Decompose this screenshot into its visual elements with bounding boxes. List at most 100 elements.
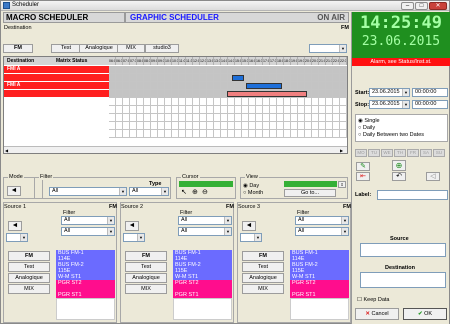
grid-cell[interactable]: [333, 114, 340, 122]
weekday-mo[interactable]: MO: [355, 149, 367, 157]
grid-cell[interactable]: [179, 122, 186, 130]
grid-cell[interactable]: [228, 82, 235, 90]
grid-cell[interactable]: [263, 74, 270, 82]
grid-cell[interactable]: [172, 98, 179, 106]
grid-cell[interactable]: [151, 130, 158, 138]
grid-cell[interactable]: [137, 66, 144, 74]
grid-cell[interactable]: [319, 106, 326, 114]
grid-cell[interactable]: [130, 66, 137, 74]
grid-cell[interactable]: [340, 90, 347, 98]
grid-cell[interactable]: [193, 82, 200, 90]
grid-cell[interactable]: [172, 66, 179, 74]
schedule-grid[interactable]: Destination Matrix Status FMI A FMI A 06:…: [3, 56, 348, 154]
grid-cell[interactable]: [249, 74, 256, 82]
grid-cell[interactable]: [144, 114, 151, 122]
grid-cell[interactable]: [123, 122, 130, 130]
grid-cell[interactable]: [340, 82, 347, 90]
grid-cell[interactable]: [326, 122, 333, 130]
grid-cell[interactable]: [242, 106, 249, 114]
grid-cell[interactable]: [130, 122, 137, 130]
grid-cell[interactable]: [130, 106, 137, 114]
source-button-mix[interactable]: MIX: [125, 284, 167, 294]
grid-cell[interactable]: [221, 130, 228, 138]
grid-cell[interactable]: [291, 130, 298, 138]
grid-cell[interactable]: [326, 106, 333, 114]
source-button-test[interactable]: Test: [8, 262, 50, 272]
grid-cell[interactable]: [123, 98, 130, 106]
grid-cell[interactable]: [179, 74, 186, 82]
grid-cell[interactable]: [109, 114, 116, 122]
grid-cell[interactable]: [319, 66, 326, 74]
grid-cell[interactable]: [109, 130, 116, 138]
grid-cell[interactable]: [172, 122, 179, 130]
grid-cell[interactable]: [109, 74, 116, 82]
grid-cell[interactable]: [179, 130, 186, 138]
source-back-button[interactable]: ◄: [8, 221, 22, 231]
grid-cell[interactable]: [277, 130, 284, 138]
grid-cell[interactable]: [158, 66, 165, 74]
grid-cell[interactable]: [165, 114, 172, 122]
grid-cell[interactable]: [312, 114, 319, 122]
grid-cell[interactable]: [207, 114, 214, 122]
grid-cell[interactable]: [333, 98, 340, 106]
grid-cell[interactable]: [298, 98, 305, 106]
grid-cell[interactable]: [305, 98, 312, 106]
grid-cell[interactable]: [207, 122, 214, 130]
grid-cell[interactable]: [179, 114, 186, 122]
grid-cell[interactable]: [312, 90, 319, 98]
grid-cell[interactable]: [242, 114, 249, 122]
source-small-combo[interactable]: ▼: [6, 233, 28, 242]
grid-cell[interactable]: [179, 90, 186, 98]
grid-cell[interactable]: [333, 122, 340, 130]
minimize-button[interactable]: –: [401, 2, 414, 10]
grid-cell[interactable]: [214, 74, 221, 82]
grid-cell[interactable]: [144, 98, 151, 106]
grid-cell[interactable]: [340, 106, 347, 114]
grid-cell[interactable]: [312, 98, 319, 106]
grid-cell[interactable]: [291, 98, 298, 106]
grid-cell[interactable]: [319, 74, 326, 82]
grid-cell[interactable]: [312, 130, 319, 138]
source-filter-combo-2[interactable]: All ▼: [178, 227, 232, 236]
zoom-in-icon[interactable]: ⊕: [192, 188, 198, 196]
source-button-analogique[interactable]: Analogique: [242, 273, 284, 283]
grid-cell[interactable]: [263, 130, 270, 138]
grid-cell[interactable]: [228, 106, 235, 114]
grid-cell[interactable]: [256, 74, 263, 82]
grid-cell[interactable]: [123, 114, 130, 122]
grid-cell[interactable]: [284, 106, 291, 114]
grid-cell[interactable]: [193, 98, 200, 106]
speaker-icon[interactable]: ◁: [426, 172, 440, 181]
grid-cell[interactable]: [186, 106, 193, 114]
grid-cell[interactable]: [221, 66, 228, 74]
grid-cell[interactable]: [298, 82, 305, 90]
grid-cell[interactable]: [137, 82, 144, 90]
grid-cell[interactable]: [137, 90, 144, 98]
grid-cell[interactable]: [256, 130, 263, 138]
day-radio[interactable]: ◉ Day: [243, 183, 259, 189]
grid-cell[interactable]: [235, 66, 242, 74]
grid-cell[interactable]: [158, 130, 165, 138]
grid-cell[interactable]: [207, 74, 214, 82]
grid-cell[interactable]: [123, 106, 130, 114]
grid-cell[interactable]: [144, 122, 151, 130]
grid-cell[interactable]: [193, 114, 200, 122]
grid-cell[interactable]: [298, 114, 305, 122]
source-filter-combo[interactable]: All ▼: [178, 216, 232, 225]
grid-cell[interactable]: [207, 66, 214, 74]
grid-cell[interactable]: [333, 66, 340, 74]
source-filter-combo[interactable]: All ▼: [61, 216, 115, 225]
grid-cell[interactable]: [116, 90, 123, 98]
daily-radio[interactable]: ○ Daily: [358, 125, 375, 131]
macro-scheduler-tab[interactable]: MACRO SCHEDULER: [3, 12, 125, 23]
grid-cell[interactable]: [214, 130, 221, 138]
grid-cell[interactable]: [165, 122, 172, 130]
grid-cell[interactable]: [200, 130, 207, 138]
source-button-fm[interactable]: FM: [242, 251, 284, 261]
schedule-event[interactable]: [226, 91, 307, 97]
grid-cell[interactable]: [326, 130, 333, 138]
source-filter-combo-2[interactable]: All ▼: [295, 227, 349, 236]
source-button-fm[interactable]: FM: [8, 251, 50, 261]
grid-cell[interactable]: [305, 74, 312, 82]
single-radio[interactable]: ◉ Single: [358, 118, 380, 124]
